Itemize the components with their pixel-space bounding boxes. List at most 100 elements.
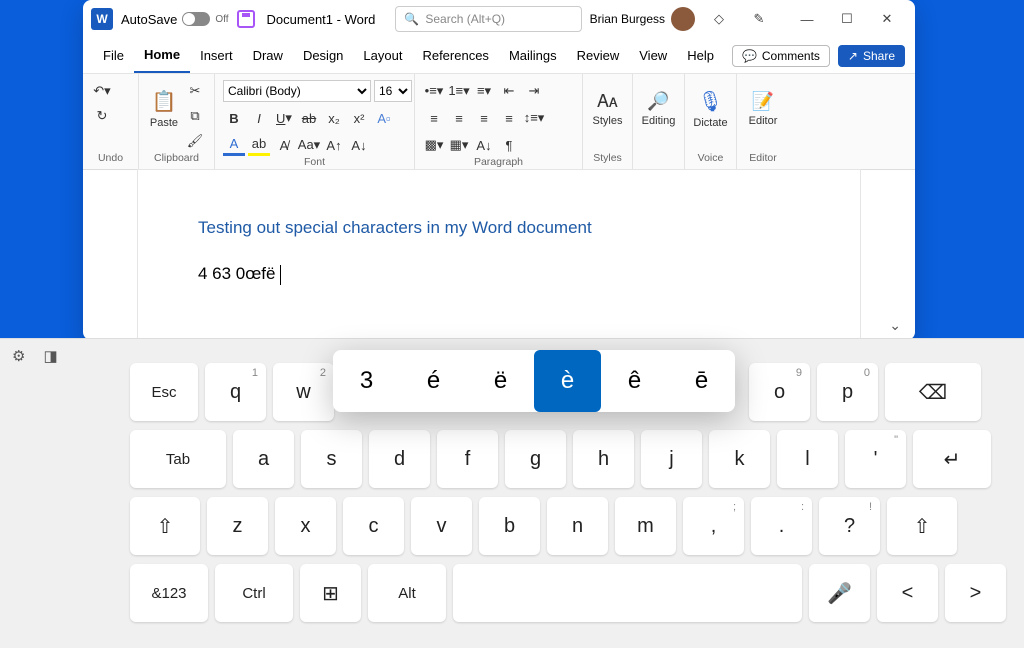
key-⇧[interactable]: ⇧ [887, 497, 957, 555]
font-size-select[interactable]: 16 [374, 80, 412, 102]
key-&123[interactable]: &123 [130, 564, 208, 622]
key-⇧[interactable]: ⇧ [130, 497, 200, 555]
decrease-indent-button[interactable]: ⇤ [498, 80, 520, 102]
format-painter-icon[interactable]: 🖌 [184, 130, 206, 152]
save-icon[interactable] [237, 10, 255, 28]
styles-button[interactable]: 🗛Styles [591, 80, 624, 138]
align-right-button[interactable]: ≡ [473, 107, 495, 129]
menu-home[interactable]: Home [134, 38, 190, 73]
editor-button[interactable]: 📝Editor [745, 80, 781, 138]
key-g[interactable]: g [505, 430, 566, 488]
paste-button[interactable]: 📋Paste [147, 80, 181, 138]
key-⌫[interactable]: ⌫ [885, 363, 981, 421]
key-Ctrl[interactable]: Ctrl [215, 564, 293, 622]
font-color-button[interactable]: A [223, 134, 245, 156]
line-spacing-button[interactable]: ↕≡▾ [523, 107, 545, 129]
menu-help[interactable]: Help [677, 38, 724, 73]
pen-icon[interactable]: ✎ [743, 3, 775, 35]
menu-design[interactable]: Design [293, 38, 353, 73]
key-d[interactable]: d [369, 430, 430, 488]
key-v[interactable]: v [411, 497, 472, 555]
italic-button[interactable]: I [248, 107, 270, 129]
copy-icon[interactable]: ⧉ [184, 105, 206, 127]
menu-insert[interactable]: Insert [190, 38, 243, 73]
text-effects-button[interactable]: A▫ [373, 107, 395, 129]
key-<[interactable]: < [877, 564, 938, 622]
menu-references[interactable]: References [412, 38, 498, 73]
menu-file[interactable]: File [93, 38, 134, 73]
share-button[interactable]: ↗Share [838, 45, 905, 67]
accent-key-ë[interactable]: ë [467, 350, 534, 412]
strikethrough-button[interactable]: ab [298, 107, 320, 129]
bullets-button[interactable]: •≡▾ [423, 80, 445, 102]
grow-font-button[interactable]: A↑ [323, 134, 345, 156]
diamond-icon[interactable]: ◇ [703, 3, 735, 35]
document-page[interactable]: Testing out special characters in my Wor… [138, 170, 860, 340]
search-input[interactable]: 🔍 Search (Alt+Q) [395, 6, 581, 32]
key-k[interactable]: k [709, 430, 770, 488]
key-o[interactable]: o9 [749, 363, 810, 421]
bold-button[interactable]: B [223, 107, 245, 129]
key-j[interactable]: j [641, 430, 702, 488]
key-q[interactable]: q1 [205, 363, 266, 421]
minimize-button[interactable]: — [787, 3, 827, 35]
close-button[interactable]: ✕ [867, 3, 907, 35]
editing-button[interactable]: 🔎Editing [641, 80, 676, 138]
key-f[interactable]: f [437, 430, 498, 488]
menu-draw[interactable]: Draw [243, 38, 293, 73]
key-s[interactable]: s [301, 430, 362, 488]
font-name-select[interactable]: Calibri (Body) [223, 80, 371, 102]
dictate-button[interactable]: 🎙Dictate [693, 80, 728, 138]
key-🎤[interactable]: 🎤 [809, 564, 870, 622]
comments-button[interactable]: 💬Comments [732, 45, 830, 67]
accent-key-ē[interactable]: ē [668, 350, 735, 412]
keyboard-dock-icon[interactable]: ◨ [43, 347, 57, 365]
key-.[interactable]: .: [751, 497, 812, 555]
menu-view[interactable]: View [629, 38, 677, 73]
shrink-font-button[interactable]: A↓ [348, 134, 370, 156]
key-z[interactable]: z [207, 497, 268, 555]
key-w[interactable]: w2 [273, 363, 334, 421]
cut-icon[interactable]: ✂ [184, 80, 206, 102]
show-marks-button[interactable]: ¶ [498, 134, 520, 156]
change-case-button[interactable]: Aa▾ [298, 134, 320, 156]
sort-button[interactable]: A↓ [473, 134, 495, 156]
borders-button[interactable]: ▦▾ [448, 134, 470, 156]
subscript-button[interactable]: x₂ [323, 107, 345, 129]
key->[interactable]: > [945, 564, 1006, 622]
justify-button[interactable]: ≡ [498, 107, 520, 129]
key-space[interactable] [453, 564, 802, 622]
key-p[interactable]: p0 [817, 363, 878, 421]
shading-button[interactable]: ▩▾ [423, 134, 445, 156]
redo-icon[interactable]: ↻ [91, 105, 113, 127]
highlight-button[interactable]: ab [248, 134, 270, 156]
keyboard-settings-icon[interactable]: ⚙ [12, 347, 25, 365]
key-x[interactable]: x [275, 497, 336, 555]
accent-key-é[interactable]: é [400, 350, 467, 412]
key-n[interactable]: n [547, 497, 608, 555]
accent-key-è[interactable]: è [534, 350, 601, 412]
key-Esc[interactable]: Esc [130, 363, 198, 421]
increase-indent-button[interactable]: ⇥ [523, 80, 545, 102]
accent-key-ê[interactable]: ê [601, 350, 668, 412]
user-account[interactable]: Brian Burgess [590, 7, 695, 31]
toggle-off-icon[interactable] [182, 12, 210, 26]
align-center-button[interactable]: ≡ [448, 107, 470, 129]
underline-button[interactable]: U▾ [273, 107, 295, 129]
key-a[interactable]: a [233, 430, 294, 488]
key-'[interactable]: '" [845, 430, 906, 488]
menu-review[interactable]: Review [567, 38, 630, 73]
collapse-ribbon-button[interactable]: ⌄ [889, 317, 901, 334]
accent-key-3[interactable]: 3 [333, 350, 400, 412]
key-,[interactable]: ,; [683, 497, 744, 555]
numbering-button[interactable]: 1≡▾ [448, 80, 470, 102]
align-left-button[interactable]: ≡ [423, 107, 445, 129]
multilevel-button[interactable]: ≡▾ [473, 80, 495, 102]
key-Alt[interactable]: Alt [368, 564, 446, 622]
key-m[interactable]: m [615, 497, 676, 555]
key-⊞[interactable]: ⊞ [300, 564, 361, 622]
menu-mailings[interactable]: Mailings [499, 38, 567, 73]
key-?[interactable]: ?! [819, 497, 880, 555]
maximize-button[interactable]: ☐ [827, 3, 867, 35]
key-h[interactable]: h [573, 430, 634, 488]
